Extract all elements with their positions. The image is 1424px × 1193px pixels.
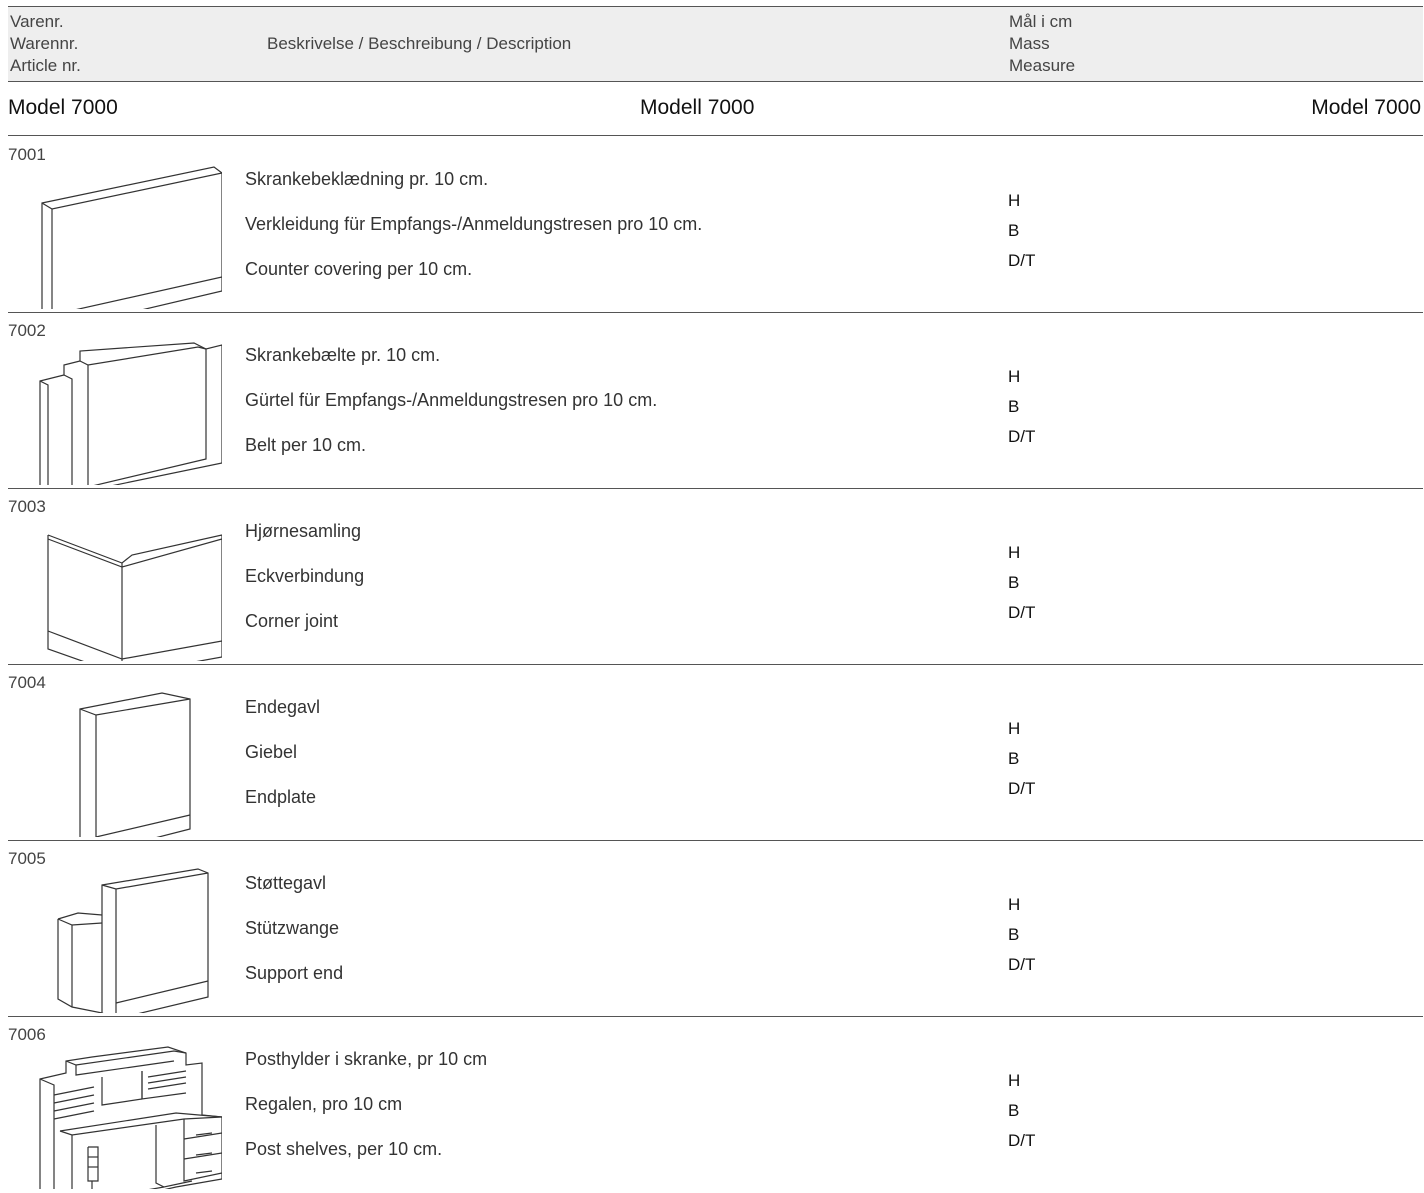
- description-de: Regalen, pro 10 cm: [245, 1094, 403, 1114]
- description-da: Skrankebælte pr. 10 cm.: [245, 345, 441, 365]
- description-en: Corner joint: [245, 611, 339, 631]
- description-en: Post shelves, per 10 cm.: [245, 1139, 443, 1159]
- list-item: 7004 Endegavl Giebel Endplate H B D/T: [8, 665, 1423, 841]
- corner-joint-icon: [47, 534, 222, 661]
- measure-width: B: [1008, 1101, 1020, 1120]
- endplate-icon: [79, 692, 191, 837]
- list-item: 7005 Støttegavl Stützwange Support end H…: [8, 841, 1423, 1017]
- measure-height: H: [1008, 191, 1021, 210]
- measure-width: B: [1008, 221, 1020, 240]
- measure-depth: D/T: [1008, 779, 1036, 798]
- measure-depth: D/T: [1008, 427, 1036, 446]
- measure-height: H: [1008, 895, 1021, 914]
- list-item: 7002 Skrankebælte pr. 10 cm. Gürtel für …: [8, 313, 1423, 489]
- article-number: 7003: [8, 497, 46, 516]
- table-header: Varenr. Warennr. Article nr. Beskrivelse…: [8, 6, 1423, 82]
- description-de: Gürtel für Empfangs-/Anmeldungstresen pr…: [245, 390, 658, 410]
- article-number: 7006: [8, 1025, 46, 1044]
- description-de: Eckverbindung: [245, 566, 365, 586]
- article-number: 7002: [8, 321, 46, 340]
- model-title-row: Model 7000 Modell 7000 Model 7000: [8, 82, 1423, 136]
- description-da: Hjørnesamling: [245, 521, 362, 541]
- measure-width: B: [1008, 925, 1020, 944]
- measure-height: H: [1008, 367, 1021, 386]
- measure-header: Mål i cm Mass Measure: [1009, 12, 1076, 75]
- description-en: Counter covering per 10 cm.: [245, 259, 473, 279]
- measure-depth: D/T: [1008, 251, 1036, 270]
- article-number-header: Varenr. Warennr. Article nr.: [10, 12, 81, 75]
- description-da: Støttegavl: [245, 873, 327, 893]
- article-number: 7001: [8, 145, 46, 164]
- description-da: Skrankebeklædning pr. 10 cm.: [245, 169, 489, 189]
- counter-covering-icon: [41, 166, 222, 309]
- measure-height: H: [1008, 1071, 1021, 1090]
- description-da: Endegavl: [245, 697, 321, 717]
- measure-height: H: [1008, 719, 1021, 738]
- measure-width: B: [1008, 573, 1020, 592]
- model-title-center: Modell 7000: [640, 96, 755, 119]
- list-item: 7003 Hjørnesamling Eckverbindung Corner …: [8, 489, 1423, 665]
- measure-depth: D/T: [1008, 955, 1036, 974]
- list-item: 7001 Skrankebeklædning pr. 10 cm. Verkle…: [8, 137, 1423, 313]
- measure-height: H: [1008, 543, 1021, 562]
- article-number: 7004: [8, 673, 46, 692]
- model-title-right: Model 7000: [1311, 96, 1421, 119]
- description-en: Belt per 10 cm.: [245, 435, 367, 455]
- measure-width: B: [1008, 749, 1020, 768]
- description-en: Endplate: [245, 787, 317, 807]
- measure-width: B: [1008, 397, 1020, 416]
- measure-depth: D/T: [1008, 1131, 1036, 1150]
- description-header: Beskrivelse / Beschreibung / Description: [267, 34, 572, 53]
- description-de: Giebel: [245, 742, 298, 762]
- counter-belt-icon: [39, 342, 222, 485]
- model-title-left: Model 7000: [8, 96, 118, 119]
- post-shelves-icon: [39, 1046, 222, 1189]
- measure-depth: D/T: [1008, 603, 1036, 622]
- description-de: Verkleidung für Empfangs-/Anmeldungstres…: [245, 214, 703, 234]
- description-de: Stützwange: [245, 918, 340, 938]
- description-en: Support end: [245, 963, 344, 983]
- description-da: Posthylder i skranke, pr 10 cm: [245, 1049, 488, 1069]
- article-number: 7005: [8, 849, 46, 868]
- list-item: 7006 Posthylder i skranke, pr 10 cm Rega…: [8, 1017, 1423, 1193]
- support-end-icon: [57, 868, 209, 1013]
